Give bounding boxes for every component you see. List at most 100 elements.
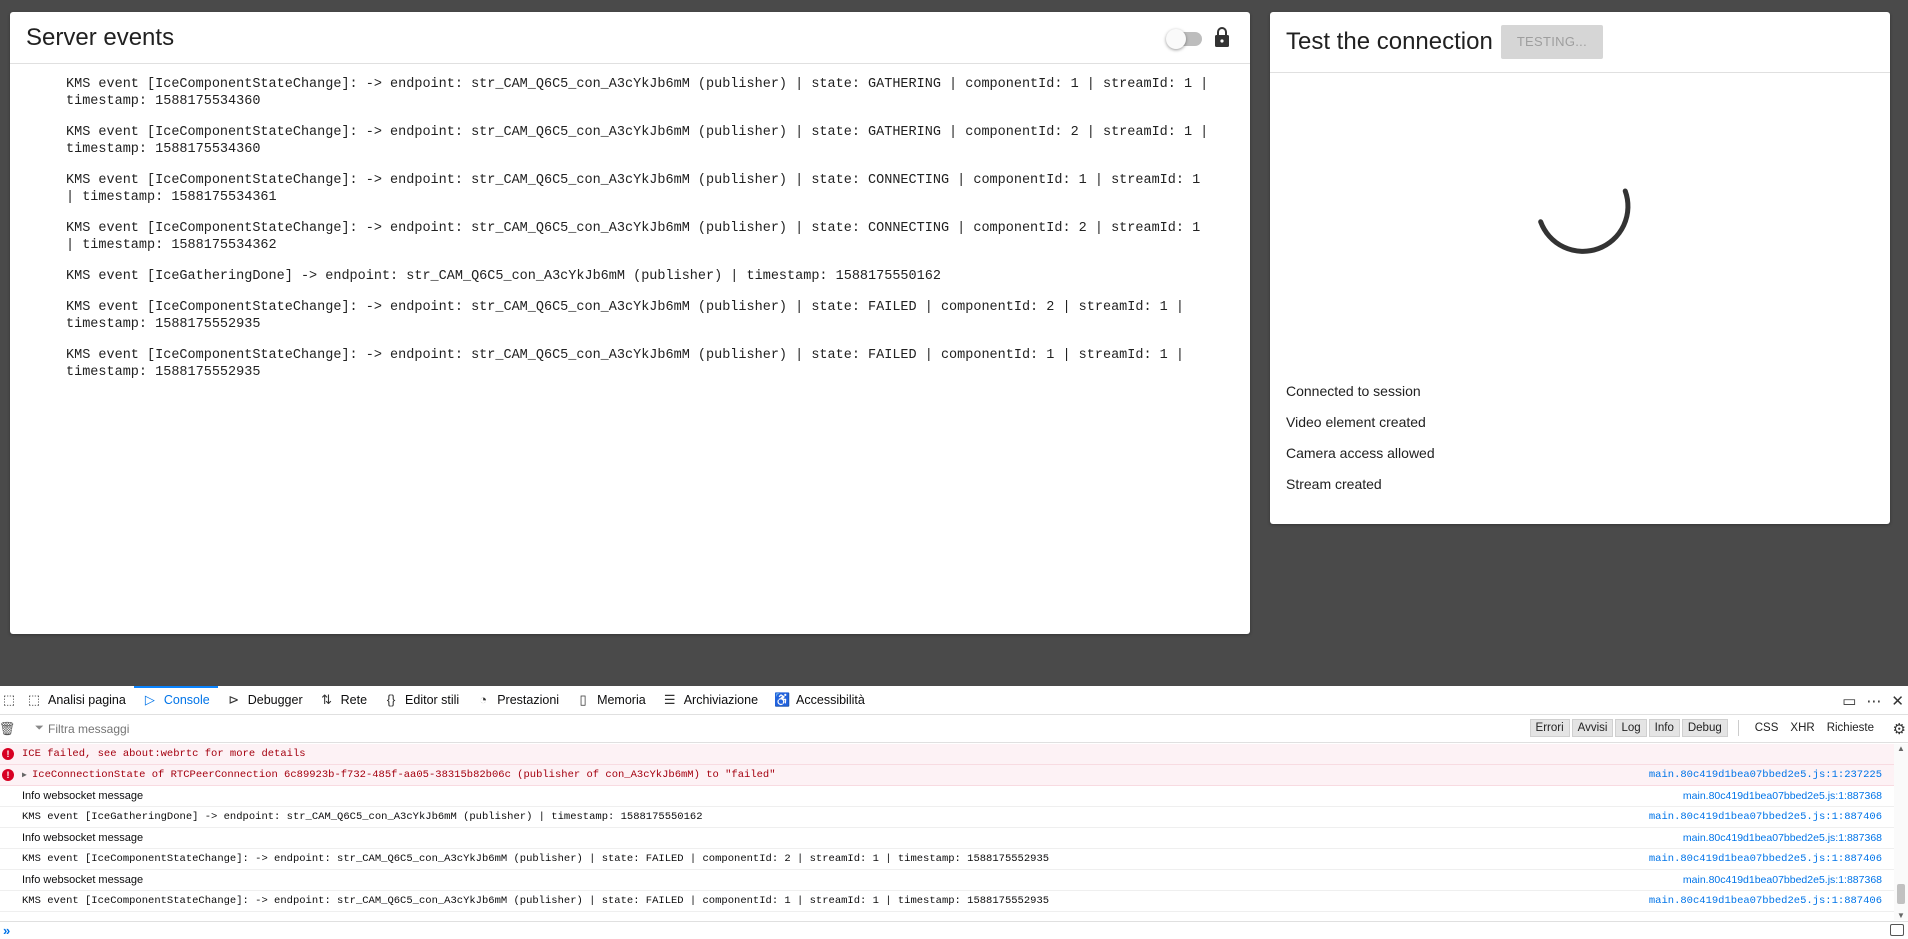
gear-icon[interactable]: ⚙ bbox=[1893, 720, 1906, 738]
console-message-error: ! ICE failed, see about:webrtc for more … bbox=[0, 744, 1908, 765]
tab-label: Memoria bbox=[597, 693, 646, 707]
trash-icon[interactable]: 🗑 bbox=[0, 715, 15, 743]
prompt-chevron-icon: » bbox=[3, 923, 11, 938]
server-events-list: KMS event [IceComponentStateChange]: -> … bbox=[10, 64, 1250, 381]
tab-network[interactable]: ⇅ Rete bbox=[311, 686, 375, 715]
scroll-up-icon[interactable]: ▲ bbox=[1897, 744, 1905, 753]
test-connection-header: Test the connection TESTING... bbox=[1270, 12, 1890, 73]
split-console-icon[interactable] bbox=[1890, 924, 1904, 936]
server-events-panel: Server events KMS event [IceComponentSta… bbox=[10, 12, 1250, 634]
message-text: Info websocket message bbox=[22, 874, 144, 886]
filter-requests[interactable]: Richieste bbox=[1821, 720, 1880, 736]
message-text: IceConnectionState of RTCPeerConnection … bbox=[32, 769, 776, 781]
log-level-filters: Errori Avvisi Log Info Debug CSS XHR Ric… bbox=[1529, 719, 1880, 737]
close-icon[interactable]: ✕ bbox=[1891, 692, 1904, 710]
element-picker-icon[interactable]: ⬚ bbox=[0, 686, 18, 715]
accessibility-icon: ♿ bbox=[774, 692, 791, 707]
console-message: Info websocket message main.80c419d1bea0… bbox=[0, 828, 1908, 849]
console-scrollbar[interactable]: ▲ ▼ bbox=[1894, 744, 1908, 920]
message-text: Info websocket message bbox=[22, 832, 144, 844]
devtools-toolbar-right: ▭ ⋯ ✕ bbox=[1842, 686, 1908, 715]
event-line: KMS event [IceComponentStateChange]: -> … bbox=[66, 348, 1193, 380]
source-link[interactable]: main.80c419d1bea07bbed2e5.js:1:887406 bbox=[1649, 891, 1882, 911]
filter-icon: ⏷ bbox=[35, 722, 44, 734]
tab-label: Rete bbox=[340, 693, 368, 707]
level-warnings[interactable]: Avvisi bbox=[1571, 719, 1614, 737]
tab-label: Archiviazione bbox=[683, 693, 759, 707]
toggle-knob bbox=[1166, 29, 1186, 49]
level-debug[interactable]: Debug bbox=[1681, 719, 1728, 737]
status-item: Connected to session bbox=[1286, 383, 1421, 399]
error-icon: ! bbox=[2, 769, 14, 781]
message-text: KMS event [IceComponentStateChange]: -> … bbox=[22, 895, 1050, 907]
level-errors[interactable]: Errori bbox=[1529, 719, 1570, 737]
server-events-header: Server events bbox=[10, 12, 1250, 64]
loading-spinner-icon bbox=[1538, 188, 1631, 254]
level-info[interactable]: Info bbox=[1648, 719, 1680, 737]
message-text: KMS event [IceComponentStateChange]: -> … bbox=[22, 853, 1050, 865]
console-messages: ! ICE failed, see about:webrtc for more … bbox=[0, 744, 1908, 920]
tab-memory[interactable]: ▯ Memoria bbox=[567, 686, 654, 715]
tab-style-editor[interactable]: {} Editor stili bbox=[375, 686, 467, 715]
filter-input[interactable] bbox=[32, 721, 632, 736]
devtools-panel: ⬚ ⬚ Analisi pagina ▷ Console ⊳ Debugger … bbox=[0, 685, 1908, 939]
console-input[interactable]: » bbox=[0, 921, 1908, 939]
console-message: KMS event [IceGatheringDone] -> endpoint… bbox=[0, 807, 1908, 828]
testing-button[interactable]: TESTING... bbox=[1500, 25, 1603, 59]
tab-label: Debugger bbox=[247, 693, 303, 707]
message-text: Info websocket message bbox=[22, 790, 144, 802]
filter-css[interactable]: CSS bbox=[1749, 720, 1785, 736]
tab-label: Prestazioni bbox=[497, 693, 560, 707]
storage-icon: ☰ bbox=[663, 692, 676, 707]
console-message: Info websocket message main.80c419d1bea0… bbox=[0, 870, 1908, 891]
expand-arrow-icon[interactable]: ▶ bbox=[22, 766, 32, 786]
scrollbar-thumb[interactable] bbox=[1897, 884, 1905, 904]
filter-xhr[interactable]: XHR bbox=[1784, 720, 1820, 736]
more-options-icon[interactable]: ⋯ bbox=[1866, 692, 1881, 710]
status-item: Video element created bbox=[1286, 414, 1426, 430]
test-connection-title: Test the connection bbox=[1286, 28, 1493, 55]
events-toggle[interactable] bbox=[1166, 29, 1202, 49]
source-link[interactable]: main.80c419d1bea07bbed2e5.js:1:887406 bbox=[1649, 807, 1882, 827]
tab-label: Accessibilità bbox=[796, 693, 865, 707]
source-link[interactable]: main.80c419d1bea07bbed2e5.js:1:237225 bbox=[1649, 765, 1882, 785]
event-line: KMS event [IceComponentStateChange]: -> … bbox=[66, 221, 1209, 253]
tab-label: Console bbox=[163, 693, 210, 707]
style-editor-icon: {} bbox=[386, 692, 396, 707]
source-link[interactable]: main.80c419d1bea07bbed2e5.js:1:887368 bbox=[1683, 786, 1882, 806]
console-message: Info websocket message main.80c419d1bea0… bbox=[0, 786, 1908, 807]
tab-storage[interactable]: ☰ Archiviazione bbox=[654, 686, 766, 715]
tab-accessibility[interactable]: ♿ Accessibilità bbox=[766, 686, 873, 715]
server-events-title: Server events bbox=[26, 23, 175, 51]
tab-console[interactable]: ▷ Console bbox=[133, 685, 218, 715]
test-connection-panel: Test the connection TESTING... Connected… bbox=[1270, 12, 1890, 524]
tab-label: Analisi pagina bbox=[48, 693, 126, 707]
tab-label: Editor stili bbox=[405, 693, 460, 707]
performance-icon: ◔ bbox=[479, 692, 488, 707]
level-log[interactable]: Log bbox=[1615, 719, 1647, 737]
responsive-design-icon[interactable]: ▭ bbox=[1842, 692, 1856, 710]
tab-performance[interactable]: ◔ Prestazioni bbox=[467, 686, 567, 715]
source-link[interactable]: main.80c419d1bea07bbed2e5.js:1:887368 bbox=[1683, 828, 1882, 848]
error-icon: ! bbox=[2, 748, 14, 760]
memory-icon: ▯ bbox=[579, 692, 587, 707]
tab-debugger[interactable]: ⊳ Debugger bbox=[218, 686, 311, 715]
divider bbox=[1737, 720, 1739, 736]
message-text: ICE failed, see about:webrtc for more de… bbox=[22, 748, 306, 760]
source-link[interactable]: main.80c419d1bea07bbed2e5.js:1:887406 bbox=[1649, 849, 1882, 869]
console-filter-bar: 🗑 ⏷ Errori Avvisi Log Info Debug CSS XHR… bbox=[0, 715, 1908, 743]
network-icon: ⇅ bbox=[321, 692, 333, 707]
console-message-error[interactable]: ! ▶ IceConnectionState of RTCPeerConnecti… bbox=[0, 765, 1908, 786]
event-line: KMS event [IceComponentStateChange]: -> … bbox=[66, 77, 1217, 109]
console-icon: ▷ bbox=[144, 692, 155, 707]
lock-icon[interactable] bbox=[1212, 26, 1232, 48]
status-list: Connected to session Video element creat… bbox=[1286, 381, 1435, 505]
tab-inspector[interactable]: ⬚ Analisi pagina bbox=[18, 686, 134, 715]
event-line: KMS event [IceComponentStateChange]: -> … bbox=[66, 300, 1193, 332]
status-item: Camera access allowed bbox=[1286, 445, 1435, 461]
scroll-down-icon[interactable]: ▼ bbox=[1897, 911, 1905, 920]
console-message: KMS event [IceComponentStateChange]: -> … bbox=[0, 891, 1908, 912]
event-line: KMS event [IceComponentStateChange]: -> … bbox=[66, 173, 1209, 205]
source-link[interactable]: main.80c419d1bea07bbed2e5.js:1:887368 bbox=[1683, 870, 1882, 890]
message-text: KMS event [IceGatheringDone] -> endpoint… bbox=[22, 811, 703, 823]
